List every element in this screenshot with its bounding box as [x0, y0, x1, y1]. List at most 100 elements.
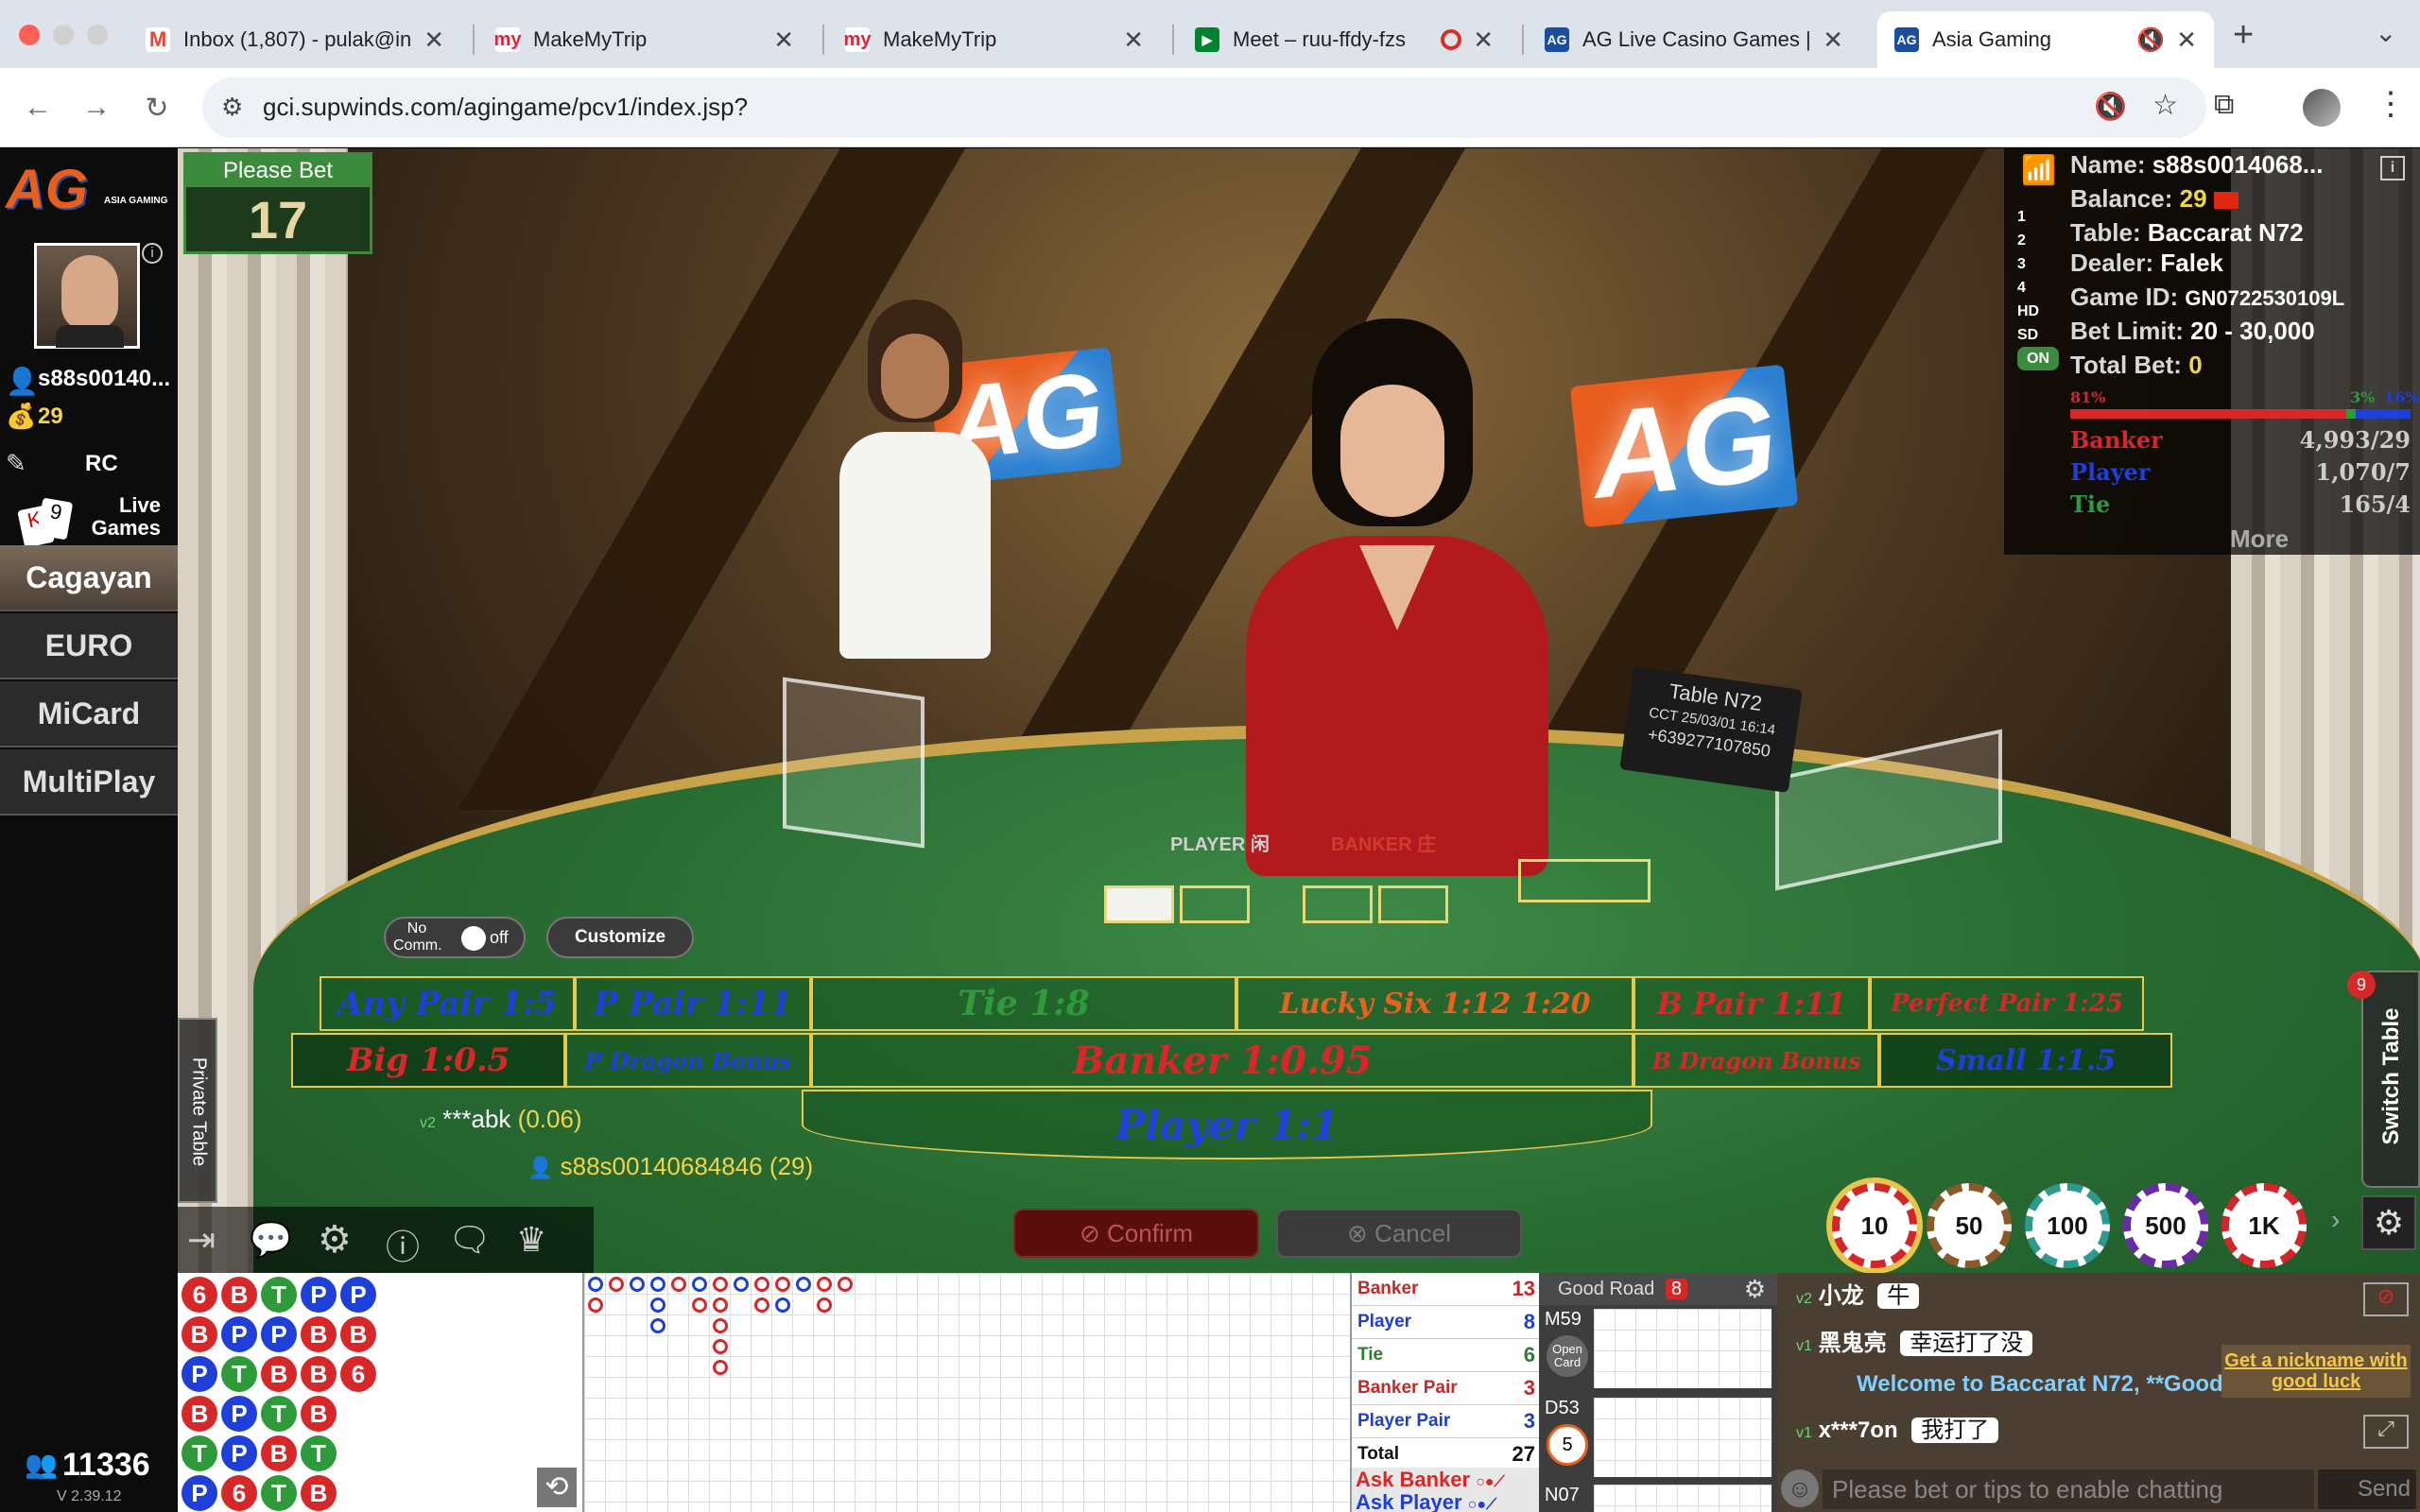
menu-micard[interactable]: MiCard: [0, 681, 178, 747]
pct-player: 3%: [2350, 388, 2376, 406]
exit-icon[interactable]: ⇥: [187, 1220, 216, 1260]
bet-b-pair[interactable]: B Pair 1:11: [1634, 976, 1870, 1031]
emoji-icon[interactable]: ☺: [1781, 1469, 1819, 1507]
info-circle-icon[interactable]: i: [2380, 156, 2405, 180]
chips-next-arrow-icon[interactable]: ›: [2331, 1205, 2340, 1235]
good-road-room[interactable]: M59 Open Card: [1543, 1307, 1775, 1392]
bet-b-dragon-bonus[interactable]: B Dragon Bonus: [1634, 1033, 1879, 1088]
confirm-button[interactable]: ⊘ Confirm: [1013, 1209, 1259, 1258]
chat-message: v1 黑鬼亮 幸运打了没: [1796, 1324, 2033, 1357]
good-road-header[interactable]: Good Road 8 ⚙: [1539, 1273, 1777, 1305]
settings-gear-icon[interactable]: ⚙: [2361, 1195, 2416, 1250]
site-settings-icon[interactable]: ⚙: [221, 93, 243, 122]
bet-perfect-pair[interactable]: Perfect Pair 1:25: [1870, 976, 2144, 1031]
maximize-window-button[interactable]: [87, 25, 108, 45]
back-arrow-icon[interactable]: ←: [15, 85, 60, 130]
chat-panel: v2 小龙 牛 v1 黑鬼亮 幸运打了没 Welcome to Baccarat…: [1777, 1273, 2420, 1512]
edit-icon[interactable]: ✎: [6, 449, 26, 478]
browser-tab-active[interactable]: AG Asia Gaming 🔇 ✕: [1877, 11, 2214, 68]
bet-player[interactable]: Player 1:1: [802, 1090, 1652, 1160]
profile-avatar[interactable]: [2303, 89, 2341, 127]
chat-input[interactable]: Please bet or tips to enable chatting: [1823, 1469, 2314, 1509]
big-road-mark: [754, 1297, 769, 1313]
info-game-id: Game ID: GN0722530109L: [2070, 283, 2345, 311]
bet-p-dragon-bonus[interactable]: P Dragon Bonus: [565, 1033, 811, 1088]
ask-player-button[interactable]: Ask Player ○●⟋: [1352, 1490, 1541, 1512]
settings-icon[interactable]: ⚙: [318, 1218, 352, 1262]
browser-tab[interactable]: my MakeMyTrip ✕: [828, 11, 1161, 68]
stat-tie: Tie 165/4: [2070, 490, 2411, 518]
hide-chat-icon[interactable]: ⊘: [2363, 1282, 2409, 1316]
bet-any-pair[interactable]: Any Pair 1:5: [320, 976, 575, 1031]
more-button[interactable]: More: [2193, 524, 2325, 554]
close-tab-icon[interactable]: ✕: [1473, 26, 1494, 55]
close-window-button[interactable]: [19, 25, 40, 45]
roadmap-panel: 6BTPPBPPBBPTBB6BPTBTPBTP6TB ⟲ Banker 13 Pl…: [178, 1273, 2420, 1512]
customize-button[interactable]: Customize: [546, 917, 694, 958]
extensions-icon[interactable]: ⧉: [2214, 89, 2234, 121]
chip-10[interactable]: 10: [1832, 1183, 1917, 1268]
muted-audio-icon[interactable]: 🔇: [2094, 91, 2127, 122]
forward-arrow-icon[interactable]: →: [74, 85, 119, 130]
expand-chat-icon[interactable]: ⤢: [2363, 1415, 2409, 1449]
bookmark-star-icon[interactable]: ☆: [2152, 89, 2178, 122]
chat-users-icon[interactable]: 🗨: [448, 1220, 492, 1260]
ag-logo: AG ASIA GAMING: [6, 159, 168, 220]
menu-euro[interactable]: EURO: [0, 613, 178, 679]
good-road-settings-icon[interactable]: ⚙: [1744, 1273, 1766, 1305]
info-icon[interactable]: i: [142, 243, 163, 264]
nickname-promo[interactable]: Get a nickname with good luck: [2221, 1345, 2411, 1398]
banker-cards-area: BANKER 庄: [1303, 829, 1492, 923]
road-refresh-icon[interactable]: ⟲: [537, 1468, 577, 1507]
chat-bubble-icon[interactable]: 💬: [250, 1220, 292, 1260]
send-button[interactable]: Send: [2318, 1469, 2416, 1509]
close-tab-icon[interactable]: ✕: [773, 26, 794, 55]
stream-quality-list[interactable]: 1 2 3 4 HD SD ON: [2017, 205, 2059, 370]
browser-menu-icon[interactable]: ⋮: [2375, 85, 2407, 123]
bead-road-result: B: [182, 1316, 217, 1352]
bet-banker[interactable]: Banker 1:0.95: [811, 1033, 1634, 1088]
chip-50[interactable]: 50: [1927, 1183, 2012, 1268]
stats-label: Total: [1352, 1437, 1496, 1471]
menu-cagayan[interactable]: Cagayan: [0, 545, 178, 611]
bet-small[interactable]: Small 1:1.5: [1879, 1033, 2172, 1088]
bet-lucky-six[interactable]: Lucky Six 1:12 1:20: [1236, 976, 1634, 1031]
reload-icon[interactable]: ↻: [134, 85, 180, 130]
chip-1k[interactable]: 1K: [2221, 1183, 2307, 1268]
bet-p-pair[interactable]: P Pair 1:11: [575, 976, 811, 1031]
good-road-room[interactable]: N07: [1543, 1483, 1775, 1512]
browser-tab[interactable]: M Inbox (1,807) - pulak@in ✕: [129, 11, 461, 68]
chip-500[interactable]: 500: [2123, 1183, 2208, 1268]
cancel-button[interactable]: ⊗ Cancel: [1276, 1209, 1522, 1258]
close-tab-icon[interactable]: ✕: [1823, 26, 1843, 55]
menu-multiplay[interactable]: MultiPlay: [0, 749, 178, 816]
url-input[interactable]: ⚙ gci.supwinds.com/agingame/pcv1/index.j…: [202, 77, 2206, 138]
muted-speaker-icon[interactable]: 🔇: [2136, 26, 2165, 54]
info-icon[interactable]: ⓘ: [386, 1220, 420, 1269]
close-tab-icon[interactable]: ✕: [424, 26, 444, 55]
browser-tab[interactable]: my MakeMyTrip ✕: [478, 11, 811, 68]
live-games-link[interactable]: Live Games: [76, 494, 161, 540]
switch-table-button[interactable]: Switch Table: [2361, 971, 2420, 1188]
browser-tab[interactable]: ▶ Meet – ruu-ffdy-fzs ✕: [1178, 11, 1511, 68]
close-tab-icon[interactable]: ✕: [1123, 26, 1144, 55]
avatar[interactable]: [34, 243, 140, 349]
browser-tab[interactable]: AG AG Live Casino Games | ✕: [1528, 11, 1860, 68]
close-tab-icon[interactable]: ✕: [2176, 26, 2197, 55]
stream-toggle[interactable]: ON: [2017, 347, 2059, 370]
rc-label[interactable]: RC: [85, 451, 118, 477]
chip-100[interactable]: 100: [2025, 1183, 2110, 1268]
tab-title: MakeMyTrip: [883, 27, 997, 51]
ask-banker-button[interactable]: Ask Banker ○●⟋: [1352, 1468, 1541, 1491]
private-table-tab[interactable]: Private Table: [178, 1018, 217, 1203]
bet-big[interactable]: Big 1:0.5: [291, 1033, 565, 1088]
vip-crown-icon[interactable]: ♛: [516, 1220, 546, 1260]
tab-search-chevron-icon[interactable]: ⌄: [2375, 17, 2396, 48]
minimize-window-button[interactable]: [53, 25, 74, 45]
good-road-room[interactable]: D53 5: [1543, 1396, 1775, 1481]
new-tab-button[interactable]: +: [2233, 15, 2254, 56]
info-balance: Balance: 29: [2070, 184, 2238, 214]
bead-road-result: P: [340, 1277, 376, 1313]
no-comm-toggle[interactable]: No Comm. off: [384, 917, 526, 958]
bet-tie[interactable]: Tie 1:8: [811, 976, 1236, 1031]
